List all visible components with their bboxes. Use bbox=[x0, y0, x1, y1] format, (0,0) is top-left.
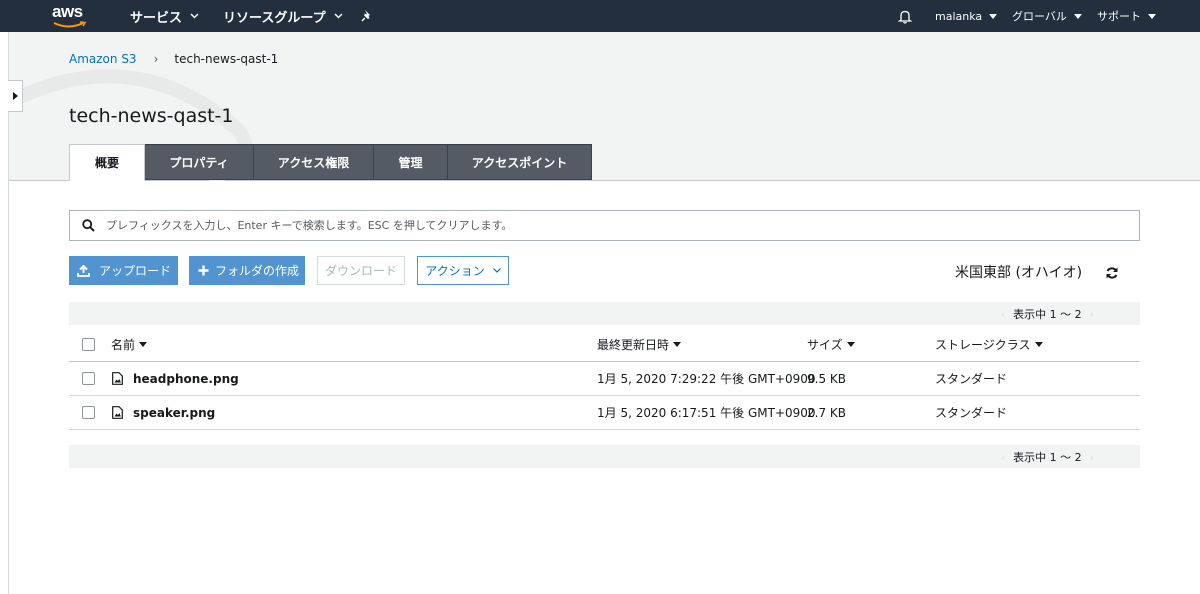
upload-button[interactable]: アップロード bbox=[69, 256, 178, 285]
region-label: 米国東部 (オハイオ) bbox=[955, 265, 1083, 281]
size-cell: 9.5 KB bbox=[807, 371, 846, 386]
pager-text: 表示中 1 ～ 2 bbox=[1013, 451, 1082, 464]
tab-properties[interactable]: プロパティ bbox=[145, 144, 254, 180]
resource-groups-menu[interactable]: リソースグループ bbox=[223, 0, 343, 32]
plus-icon bbox=[198, 265, 209, 276]
download-label: ダウンロード bbox=[324, 264, 397, 278]
upload-label: アップロード bbox=[99, 264, 172, 278]
sort-caret-icon bbox=[673, 341, 682, 347]
breadcrumb-s3-link[interactable]: Amazon S3 bbox=[69, 52, 137, 66]
chevron-down-icon bbox=[190, 13, 199, 19]
modified-cell: 1月 5, 2020 7:29:22 午後 GMT+0900 bbox=[597, 372, 816, 386]
breadcrumb-current: tech-news-qast-1 bbox=[174, 52, 279, 66]
column-storage-label: ストレージクラス bbox=[935, 337, 1031, 352]
pager-next-button[interactable]: › bbox=[1090, 308, 1094, 321]
pin-button[interactable] bbox=[360, 0, 374, 32]
pager-prev-button[interactable]: ‹ bbox=[1001, 308, 1005, 321]
upload-icon bbox=[77, 264, 90, 277]
search-box bbox=[69, 210, 1140, 241]
tab-access-points[interactable]: アクセスポイント bbox=[448, 144, 592, 180]
download-button[interactable]: ダウンロード bbox=[317, 256, 405, 285]
breadcrumb: Amazon S3 › tech-news-qast-1 bbox=[69, 52, 278, 66]
search-icon bbox=[70, 219, 106, 232]
modified-cell: 1月 5, 2020 6:17:51 午後 GMT+0900 bbox=[597, 406, 816, 420]
column-size-label: サイズ bbox=[807, 337, 843, 352]
account-menu[interactable]: malanka bbox=[935, 0, 998, 32]
pager-bar-bottom: ‹ 表示中 1 ～ 2 › bbox=[69, 445, 1140, 468]
resource-groups-label: リソースグループ bbox=[223, 10, 326, 26]
size-cell: 2.7 KB bbox=[807, 405, 846, 420]
tab-overview[interactable]: 概要 bbox=[69, 144, 145, 181]
image-file-icon bbox=[112, 406, 123, 419]
support-menu[interactable]: サポート bbox=[1097, 0, 1156, 32]
image-file-icon bbox=[112, 372, 123, 385]
search-input[interactable] bbox=[106, 219, 1106, 232]
create-folder-button[interactable]: フォルダの作成 bbox=[189, 256, 305, 285]
pager-text: 表示中 1 ～ 2 bbox=[1013, 308, 1082, 321]
chevron-down-icon bbox=[492, 268, 501, 273]
chevron-down-icon bbox=[334, 13, 343, 19]
select-all-checkbox[interactable] bbox=[82, 337, 95, 351]
storage-class-cell: スタンダード bbox=[935, 406, 1008, 420]
column-modified-header[interactable]: 最終更新日時 bbox=[597, 327, 682, 361]
pin-icon bbox=[361, 10, 370, 22]
pager-prev-button[interactable]: ‹ bbox=[1001, 451, 1005, 464]
actions-dropdown[interactable]: アクション bbox=[417, 256, 509, 285]
pager-top: ‹ 表示中 1 ～ 2 › bbox=[993, 306, 1102, 322]
account-name: malanka bbox=[935, 9, 983, 23]
sort-caret-icon bbox=[139, 341, 148, 347]
sort-caret-icon bbox=[1034, 341, 1043, 347]
pager-bottom: ‹ 表示中 1 ～ 2 › bbox=[993, 449, 1102, 465]
left-rail bbox=[0, 32, 9, 594]
caret-down-icon bbox=[989, 13, 998, 19]
column-storage-header[interactable]: ストレージクラス bbox=[935, 327, 1043, 361]
caret-down-icon bbox=[1073, 13, 1082, 19]
create-folder-label: フォルダの作成 bbox=[215, 264, 300, 278]
services-label: サービス bbox=[130, 10, 183, 26]
tab-permissions[interactable]: アクセス権限 bbox=[254, 144, 374, 180]
breadcrumb-separator: › bbox=[153, 52, 159, 66]
sort-caret-icon bbox=[846, 341, 855, 347]
row-checkbox[interactable] bbox=[82, 406, 95, 419]
caret-right-icon bbox=[12, 92, 18, 100]
table-row[interactable]: headphone.png 1月 5, 2020 7:29:22 午後 GMT+… bbox=[69, 362, 1140, 396]
table-row[interactable]: speaker.png 1月 5, 2020 6:17:51 午後 GMT+09… bbox=[69, 396, 1140, 430]
column-modified-label: 最終更新日時 bbox=[597, 337, 670, 352]
pager-next-button[interactable]: › bbox=[1090, 451, 1094, 464]
tab-bar: 概要 プロパティ アクセス権限 管理 アクセスポイント bbox=[69, 144, 592, 181]
caret-down-icon bbox=[1148, 13, 1156, 19]
column-name-header[interactable]: 名前 bbox=[111, 327, 148, 361]
pager-bar-top: ‹ 表示中 1 ～ 2 › bbox=[69, 302, 1140, 325]
page-title: tech-news-qast-1 bbox=[69, 105, 234, 127]
support-label: サポート bbox=[1097, 10, 1141, 23]
notifications-button[interactable] bbox=[898, 0, 912, 32]
top-navigation: aws サービス リソースグループ malanka グローバル サポート bbox=[0, 0, 1200, 32]
table-header-row: 名前 最終更新日時 サイズ ストレージクラス bbox=[69, 327, 1140, 362]
file-name-link[interactable]: speaker.png bbox=[133, 406, 215, 420]
row-checkbox[interactable] bbox=[82, 372, 95, 385]
refresh-icon[interactable] bbox=[1105, 266, 1119, 280]
column-size-header[interactable]: サイズ bbox=[807, 327, 855, 361]
actions-label: アクション bbox=[425, 264, 485, 278]
file-name-link[interactable]: headphone.png bbox=[133, 372, 239, 386]
sidebar-toggle[interactable] bbox=[8, 80, 23, 112]
aws-logo-text: aws bbox=[52, 2, 83, 21]
bell-icon bbox=[898, 10, 912, 24]
aws-smile-icon bbox=[53, 21, 87, 28]
services-menu[interactable]: サービス bbox=[130, 0, 199, 32]
tab-management[interactable]: 管理 bbox=[374, 144, 448, 180]
aws-logo[interactable]: aws bbox=[52, 2, 88, 28]
region-menu-label: グローバル bbox=[1012, 10, 1067, 23]
objects-table: 名前 最終更新日時 サイズ ストレージクラス headphone.png 1月 … bbox=[69, 327, 1140, 430]
region-menu[interactable]: グローバル bbox=[1012, 0, 1082, 32]
storage-class-cell: スタンダード bbox=[935, 372, 1008, 386]
column-name-label: 名前 bbox=[111, 337, 136, 352]
